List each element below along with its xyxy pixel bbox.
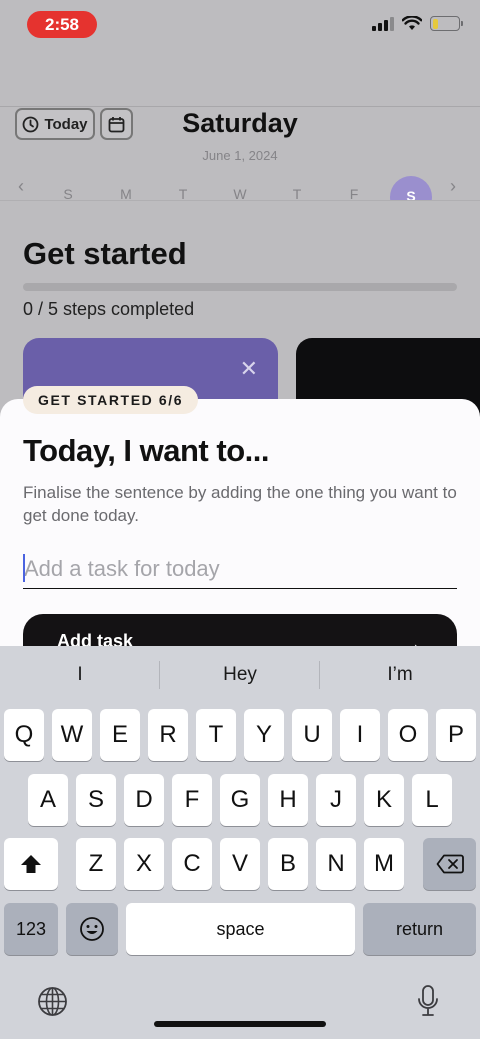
suggestion-item[interactable]: I — [0, 646, 160, 704]
chevron-right-icon[interactable]: › — [450, 176, 456, 197]
close-icon[interactable]: ✕ — [240, 356, 258, 382]
key[interactable]: K — [364, 774, 404, 826]
day-title: Saturday — [182, 108, 298, 138]
status-time: 2:58 — [27, 11, 97, 38]
emoji-key[interactable] — [66, 903, 118, 955]
shift-icon — [21, 855, 41, 873]
delete-key[interactable] — [423, 838, 476, 890]
step-badge: GET STARTED 6/6 — [23, 386, 199, 414]
key[interactable]: Y — [244, 709, 284, 761]
numbers-key[interactable]: 123 — [4, 903, 58, 955]
key[interactable]: C — [172, 838, 212, 890]
return-key[interactable]: return — [363, 903, 476, 955]
week-day-selected[interactable]: S — [390, 176, 432, 200]
keyboard: I Hey I’m Q W E R T Y U I O P A S D F G … — [0, 646, 480, 1039]
key[interactable]: D — [124, 774, 164, 826]
key[interactable]: X — [124, 838, 164, 890]
chevron-left-icon[interactable]: ‹ — [18, 176, 24, 197]
get-started-title: Get started — [23, 236, 187, 271]
cellular-signal-icon — [372, 16, 394, 31]
week-day[interactable]: T — [173, 186, 193, 200]
header-divider — [0, 106, 480, 107]
key[interactable]: T — [196, 709, 236, 761]
key[interactable]: W — [52, 709, 92, 761]
key[interactable]: G — [220, 774, 260, 826]
suggestion-item[interactable]: Hey — [160, 646, 320, 704]
key[interactable]: S — [76, 774, 116, 826]
key[interactable]: H — [268, 774, 308, 826]
microphone-icon[interactable] — [416, 984, 440, 1020]
week-strip: ‹ S M T W T F S › — [0, 176, 480, 200]
sheet-description: Finalise the sentence by adding the one … — [23, 483, 457, 525]
key[interactable]: Z — [76, 838, 116, 890]
key[interactable]: I — [340, 709, 380, 761]
key[interactable]: P — [436, 709, 476, 761]
key[interactable]: F — [172, 774, 212, 826]
space-key[interactable]: space — [126, 903, 355, 955]
week-day[interactable]: F — [344, 186, 364, 200]
key[interactable]: L — [412, 774, 452, 826]
battery-icon — [430, 16, 463, 31]
key[interactable]: V — [220, 838, 260, 890]
status-bar: 2:58 — [0, 0, 480, 48]
wifi-icon — [402, 16, 422, 30]
suggestion-item[interactable]: I’m — [320, 646, 480, 704]
key[interactable]: O — [388, 709, 428, 761]
key[interactable]: R — [148, 709, 188, 761]
week-day[interactable]: W — [230, 186, 250, 200]
emoji-icon — [80, 917, 104, 941]
week-divider — [0, 200, 480, 201]
backspace-icon — [436, 854, 464, 874]
shift-key[interactable] — [4, 838, 58, 890]
home-indicator — [154, 1021, 326, 1027]
status-icons — [372, 16, 463, 31]
key[interactable]: N — [316, 838, 356, 890]
key[interactable]: A — [28, 774, 68, 826]
key[interactable]: E — [100, 709, 140, 761]
date-subtitle: June 1, 2024 — [202, 148, 278, 163]
task-input[interactable] — [23, 549, 457, 589]
key[interactable]: U — [292, 709, 332, 761]
sheet-title: Today, I want to... — [23, 433, 269, 468]
key[interactable]: Q — [4, 709, 44, 761]
week-day[interactable]: T — [287, 186, 307, 200]
globe-icon[interactable] — [37, 986, 68, 1017]
steps-completed-text: 0 / 5 steps completed — [23, 299, 195, 319]
text-caret — [23, 554, 25, 582]
week-day[interactable]: S — [58, 186, 78, 200]
week-day[interactable]: M — [116, 186, 136, 200]
key[interactable]: J — [316, 774, 356, 826]
key[interactable]: B — [268, 838, 308, 890]
key[interactable]: M — [364, 838, 404, 890]
steps-progress-bar — [23, 283, 457, 291]
keyboard-suggestions: I Hey I’m — [0, 646, 480, 704]
